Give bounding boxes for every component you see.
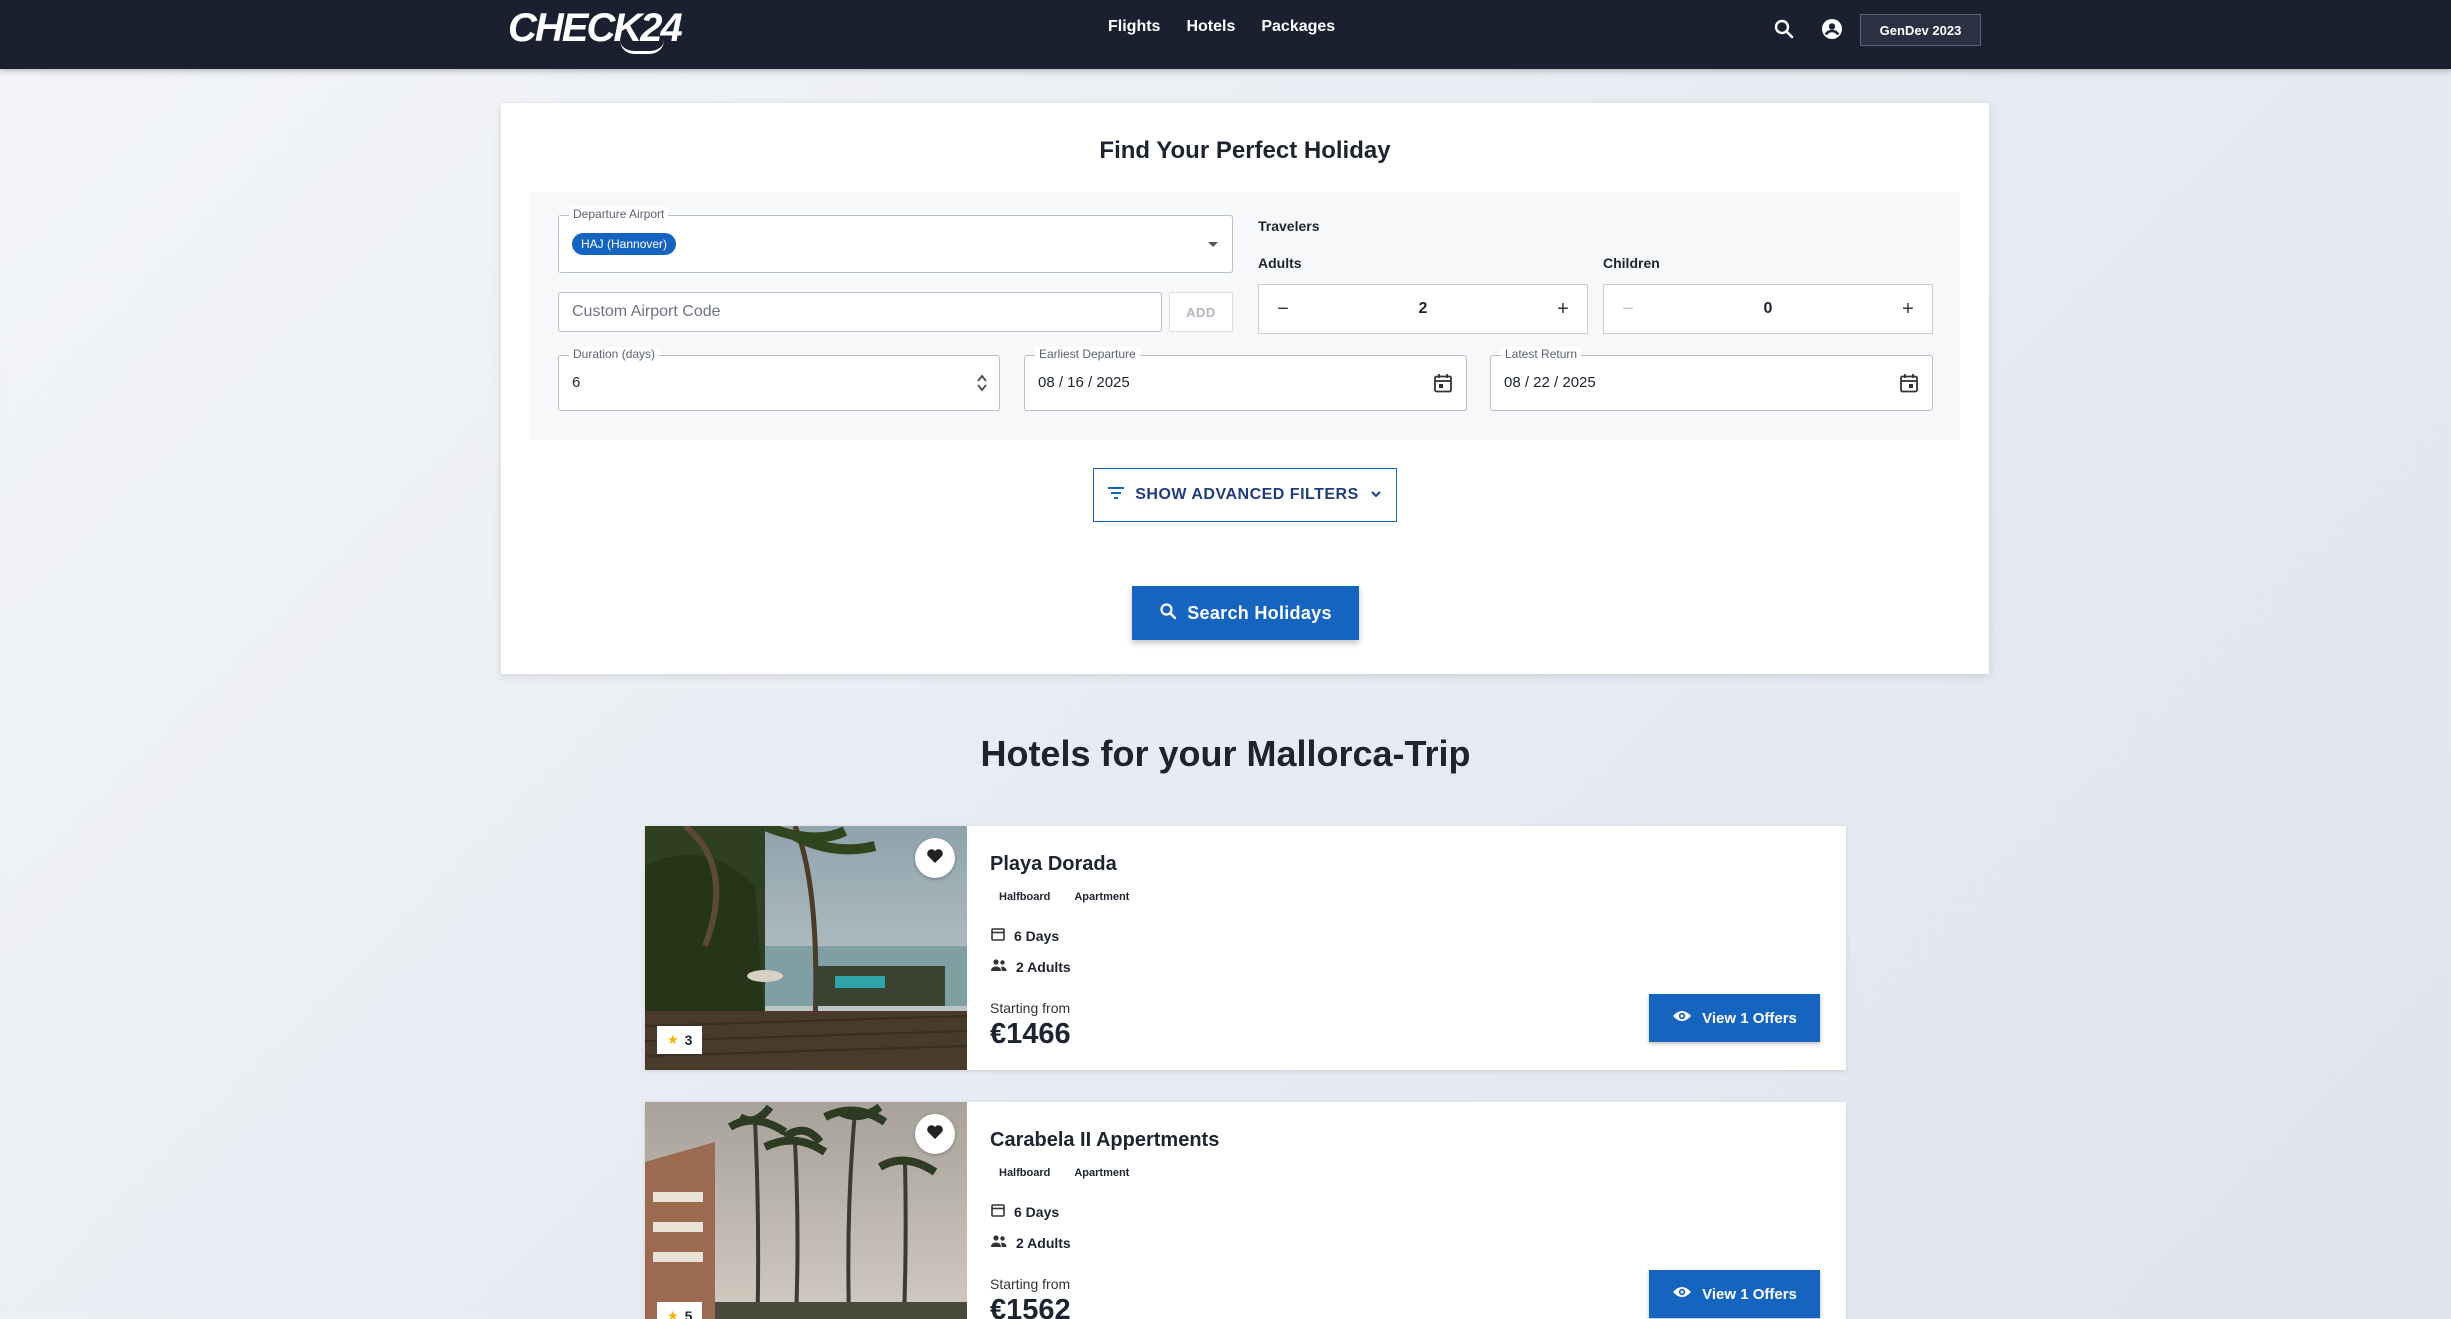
top-app-bar: CHECK24 Flights Hotels Packages GenDev 2… bbox=[0, 0, 2451, 69]
show-advanced-filters-button[interactable]: SHOW ADVANCED FILTERS bbox=[1093, 468, 1397, 522]
heart-icon bbox=[926, 848, 944, 869]
hotel-name[interactable]: Carabela II Appertments bbox=[990, 1129, 1219, 1152]
search-holidays-label: Search Holidays bbox=[1187, 602, 1332, 623]
view-offers-button[interactable]: View 1 Offers bbox=[1649, 1270, 1820, 1318]
adults-label: Adults bbox=[1258, 255, 1302, 271]
hotel-name[interactable]: Playa Dorada bbox=[990, 853, 1117, 876]
view-offers-label: View 1 Offers bbox=[1702, 1285, 1797, 1303]
search-title: Find Your Perfect Holiday bbox=[1099, 137, 1391, 164]
user-badge-button[interactable]: GenDev 2023 bbox=[1860, 14, 1981, 46]
view-offers-button[interactable]: View 1 Offers bbox=[1649, 994, 1820, 1042]
star-rating-badge: ★ 3 bbox=[657, 1026, 703, 1054]
starting-from-label: Starting from bbox=[990, 1000, 1071, 1016]
duration-field[interactable]: Duration (days) 6 bbox=[558, 347, 1000, 411]
favorite-heart-button[interactable] bbox=[915, 838, 955, 878]
travelers-text: 2 Adults bbox=[1016, 958, 1071, 975]
eye-icon bbox=[1672, 1285, 1692, 1303]
earliest-departure-value: 08 / 16 / 2025 bbox=[1038, 374, 1130, 391]
children-label: Children bbox=[1603, 255, 1660, 271]
children-stepper: − 0 + bbox=[1603, 284, 1933, 334]
trip-duration: 6 Days bbox=[990, 926, 1059, 945]
results-title: Hotels for your Mallorca-Trip bbox=[980, 733, 1471, 774]
hotel-photo-beach-palms[interactable]: ★ 3 bbox=[645, 826, 967, 1070]
nav-packages[interactable]: Packages bbox=[1261, 18, 1335, 36]
hotel-price: €1562 bbox=[990, 1294, 1071, 1319]
star-count: 5 bbox=[684, 1308, 693, 1319]
hotel-tags: Halfboard Apartment bbox=[990, 1164, 1139, 1182]
advanced-filters-label: SHOW ADVANCED FILTERS bbox=[1135, 486, 1359, 503]
starting-from-label: Starting from bbox=[990, 1276, 1071, 1292]
hotel-photo-resort-palms[interactable]: ★ 5 bbox=[645, 1102, 967, 1319]
hotel-card: ★ 5 Carabela II Appertments Halfboard Ap… bbox=[645, 1102, 1846, 1319]
check24-logo[interactable]: CHECK24 bbox=[508, 6, 683, 54]
heart-icon bbox=[926, 1124, 944, 1145]
calendar-icon[interactable] bbox=[1432, 372, 1454, 394]
travelers-heading: Travelers bbox=[1258, 218, 1320, 234]
favorite-heart-button[interactable] bbox=[915, 1114, 955, 1154]
custom-airport-field[interactable]: Custom Airport Code bbox=[558, 292, 1162, 332]
people-icon bbox=[990, 958, 1008, 975]
add-airport-button[interactable]: ADD bbox=[1169, 292, 1233, 332]
search-form: Departure Airport HAJ (Hannover) Custom … bbox=[530, 192, 1960, 440]
duration-text: 6 Days bbox=[1014, 1203, 1060, 1220]
logo-smile-mark bbox=[620, 40, 664, 54]
latest-return-label: Latest Return bbox=[1501, 347, 1582, 361]
departure-airport-select[interactable]: Departure Airport HAJ (Hannover) bbox=[558, 207, 1233, 273]
board-tag: Halfboard bbox=[990, 1164, 1060, 1182]
eye-icon bbox=[1672, 1009, 1692, 1027]
earliest-departure-field[interactable]: Earliest Departure 08 / 16 / 2025 bbox=[1024, 347, 1467, 411]
children-value: 0 bbox=[1763, 300, 1773, 317]
chevron-down-icon bbox=[1369, 486, 1383, 504]
board-tag: Halfboard bbox=[990, 888, 1060, 906]
search-icon[interactable] bbox=[1772, 17, 1796, 41]
duration-label: Duration (days) bbox=[569, 347, 660, 361]
filter-icon bbox=[1107, 486, 1125, 505]
duration-text: 6 Days bbox=[1014, 927, 1060, 944]
nav-flights[interactable]: Flights bbox=[1108, 18, 1160, 36]
hotel-tags: Halfboard Apartment bbox=[990, 888, 1139, 906]
spin-arrows-icon[interactable] bbox=[975, 372, 989, 394]
search-card: Find Your Perfect Holiday Departure Airp… bbox=[501, 103, 1989, 674]
nav-hotels[interactable]: Hotels bbox=[1186, 18, 1235, 36]
dropdown-arrow-icon[interactable] bbox=[1208, 242, 1218, 247]
hotel-card: ★ 3 Playa Dorada Halfboard Apartment 6 D… bbox=[645, 826, 1846, 1070]
trip-travelers: 2 Adults bbox=[990, 1234, 1071, 1251]
adults-stepper: − 2 + bbox=[1258, 284, 1588, 334]
search-icon bbox=[1159, 602, 1177, 625]
adults-decrement-button[interactable]: − bbox=[1259, 285, 1307, 333]
trip-travelers: 2 Adults bbox=[990, 958, 1071, 975]
star-icon: ★ bbox=[667, 1032, 679, 1047]
view-offers-label: View 1 Offers bbox=[1702, 1009, 1797, 1027]
calendar-icon[interactable] bbox=[1898, 372, 1920, 394]
earliest-departure-label: Earliest Departure bbox=[1035, 347, 1140, 361]
hotel-price: €1466 bbox=[990, 1018, 1071, 1050]
duration-value: 6 bbox=[572, 374, 581, 391]
main-nav: Flights Hotels Packages bbox=[1108, 18, 1335, 36]
people-icon bbox=[990, 1234, 1008, 1251]
star-icon: ★ bbox=[667, 1308, 679, 1319]
latest-return-field[interactable]: Latest Return 08 / 22 / 2025 bbox=[1490, 347, 1933, 411]
calendar-icon bbox=[990, 926, 1006, 945]
adults-value: 2 bbox=[1418, 300, 1428, 317]
star-rating-badge: ★ 5 bbox=[657, 1302, 703, 1319]
custom-airport-placeholder: Custom Airport Code bbox=[572, 303, 721, 320]
room-type-tag: Apartment bbox=[1065, 1164, 1139, 1182]
search-holidays-button[interactable]: Search Holidays bbox=[1132, 586, 1359, 640]
airport-chip-haj[interactable]: HAJ (Hannover) bbox=[572, 233, 677, 255]
travelers-text: 2 Adults bbox=[1016, 1234, 1071, 1251]
trip-duration: 6 Days bbox=[990, 1202, 1059, 1221]
adults-increment-button[interactable]: + bbox=[1539, 285, 1587, 333]
star-count: 3 bbox=[684, 1032, 693, 1048]
children-increment-button[interactable]: + bbox=[1884, 285, 1932, 333]
account-circle-icon[interactable] bbox=[1820, 17, 1844, 41]
calendar-icon bbox=[990, 1202, 1006, 1221]
room-type-tag: Apartment bbox=[1065, 888, 1139, 906]
latest-return-value: 08 / 22 / 2025 bbox=[1504, 374, 1596, 391]
children-decrement-button[interactable]: − bbox=[1604, 285, 1652, 333]
departure-airport-label: Departure Airport bbox=[569, 207, 669, 221]
